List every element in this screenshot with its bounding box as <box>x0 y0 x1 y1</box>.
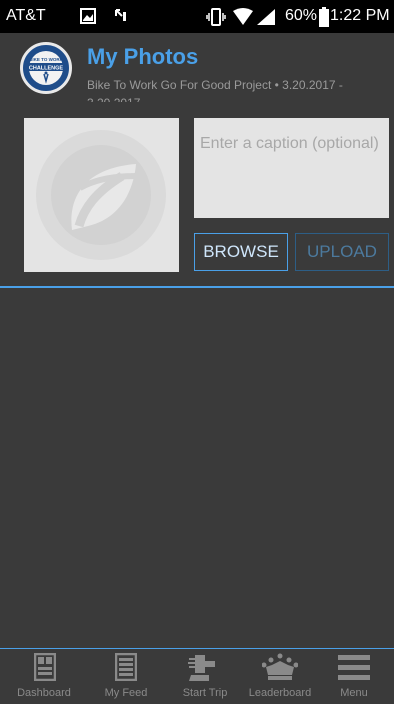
photo-preview-placeholder[interactable] <box>24 118 179 272</box>
wifi-icon <box>232 8 254 31</box>
missed-call-icon <box>114 8 128 29</box>
dashboard-icon <box>34 653 56 681</box>
start-trip-icon <box>188 655 215 681</box>
logo-text-top: BIKE TO WORK <box>29 57 63 62</box>
tab-dashboard-label: Dashboard <box>17 687 71 699</box>
upload-button[interactable]: UPLOAD <box>295 233 389 271</box>
clock: 1:22 PM <box>330 7 390 24</box>
challenge-logo: BIKE TO WORK CHALLENGE <box>20 42 72 94</box>
page-title: My Photos <box>87 44 199 69</box>
leaf-placeholder-icon <box>36 130 166 260</box>
feed-icon <box>115 653 137 681</box>
bottom-tab-bar: Dashboard My Feed Start Trip Leaderboard… <box>0 649 394 704</box>
tab-my-feed-label: My Feed <box>104 687 148 699</box>
hamburger-menu-icon <box>338 655 370 680</box>
crown-icon <box>262 653 298 680</box>
signal-icon <box>256 8 276 31</box>
tab-my-feed[interactable]: My Feed <box>96 649 156 704</box>
logo-text-main: CHALLENGE <box>29 66 64 72</box>
page-header: BIKE TO WORK CHALLENGE My Photos Bike To… <box>0 33 394 103</box>
tab-start-trip[interactable]: Start Trip <box>172 649 238 704</box>
photo-list-area <box>0 288 394 648</box>
browse-button[interactable]: BROWSE <box>194 233 288 271</box>
project-subtitle: Bike To Work Go For Good Project • 3.20.… <box>87 78 343 102</box>
battery-icon <box>319 7 329 32</box>
tab-start-trip-label: Start Trip <box>182 687 228 699</box>
image-notification-icon <box>80 8 96 29</box>
carrier-name: AT&T <box>6 7 46 24</box>
caption-input[interactable] <box>194 118 389 218</box>
battery-percent: 60% <box>285 7 318 24</box>
tab-dashboard[interactable]: Dashboard <box>0 649 88 704</box>
tab-leaderboard[interactable]: Leaderboard <box>240 649 320 704</box>
tab-leaderboard-label: Leaderboard <box>248 687 312 699</box>
tab-menu[interactable]: Menu <box>330 649 378 704</box>
vibrate-icon <box>206 8 226 31</box>
status-bar: AT&T 60% 1:22 PM <box>0 0 394 33</box>
tab-menu-label: Menu <box>340 687 368 699</box>
